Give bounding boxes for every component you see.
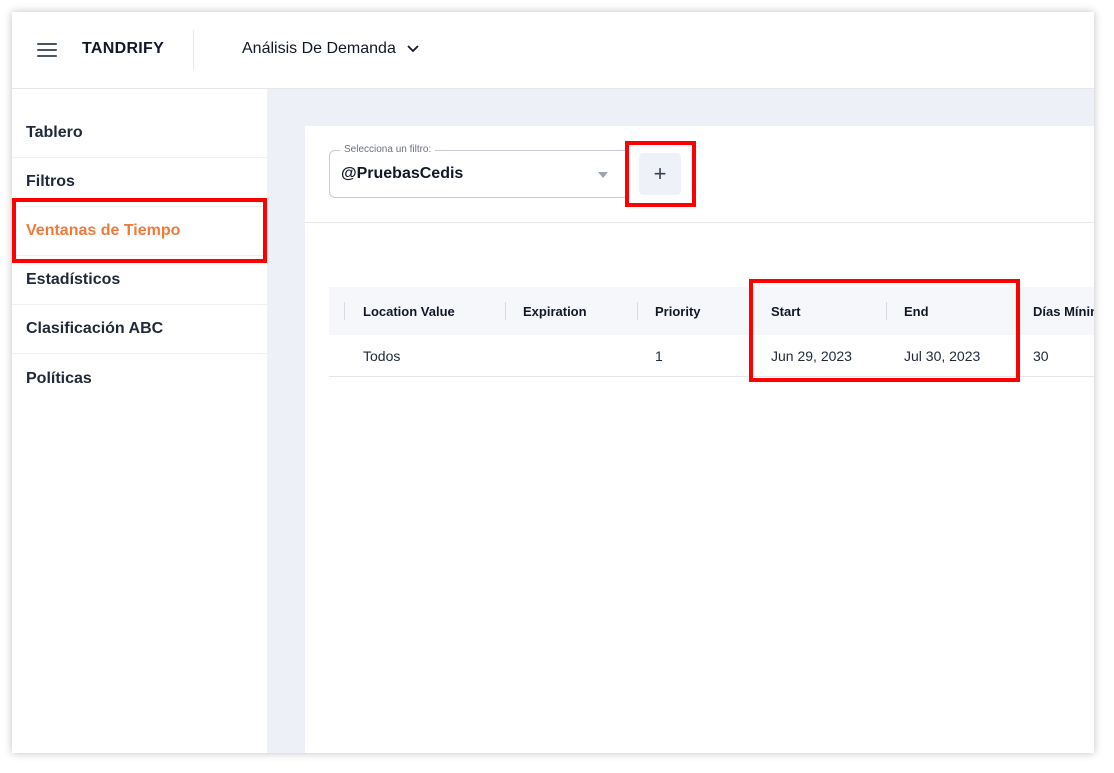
cell-dias-minimos: 30 [1033, 348, 1049, 364]
top-header: TANDRIFY Análisis De Demanda [12, 12, 1094, 89]
module-dropdown[interactable]: Análisis De Demanda [242, 40, 420, 58]
filter-caption: Selecciona un filtro: [340, 144, 436, 155]
main-content: Selecciona un filtro: @PruebasCedis + Lo… [267, 89, 1094, 753]
column-separator [637, 302, 638, 320]
time-windows-table: Location Value Expiration Priority Start… [329, 287, 1094, 377]
chevron-down-icon [407, 45, 419, 53]
column-separator [886, 302, 887, 320]
plus-icon: + [653, 161, 667, 186]
module-label: Análisis De Demanda [242, 40, 396, 57]
cell-location-value: Todos [363, 348, 401, 364]
caret-down-icon [598, 172, 608, 178]
sidebar-item-politicas[interactable]: Políticas [12, 354, 267, 403]
column-separator [505, 302, 506, 320]
card-divider [305, 222, 1094, 223]
filter-select[interactable]: Selecciona un filtro: @PruebasCedis [329, 144, 629, 198]
column-header-dias-minimos[interactable]: Días Mínin [1033, 287, 1094, 335]
brand-logo: TANDRIFY [82, 40, 165, 57]
column-header-start[interactable]: Start [771, 287, 801, 335]
sidebar-item-clasificacion-abc[interactable]: Clasificación ABC [12, 305, 267, 354]
column-header-location-value[interactable]: Location Value [363, 287, 455, 335]
app-window: TANDRIFY Análisis De Demanda Tablero Fil… [12, 12, 1094, 753]
hamburger-menu-icon[interactable] [37, 43, 59, 59]
column-header-end[interactable]: End [904, 287, 929, 335]
column-header-expiration[interactable]: Expiration [523, 287, 587, 335]
sidebar-item-filtros[interactable]: Filtros [12, 158, 267, 207]
column-separator [344, 302, 345, 320]
cell-end: Jul 30, 2023 [904, 348, 981, 364]
sidebar: Tablero Filtros Ventanas de Tiempo Estad… [12, 89, 267, 753]
filter-value: @PruebasCedis [341, 165, 464, 182]
sidebar-item-ventanas-de-tiempo[interactable]: Ventanas de Tiempo [12, 207, 267, 256]
column-header-priority[interactable]: Priority [655, 287, 701, 335]
cell-priority: 1 [655, 348, 663, 364]
cell-start: Jun 29, 2023 [771, 348, 852, 364]
table-row[interactable]: Todos 1 Jun 29, 2023 Jul 30, 2023 30 [329, 335, 1094, 377]
table-header: Location Value Expiration Priority Start… [329, 287, 1094, 335]
add-filter-button[interactable]: + [639, 153, 681, 195]
header-divider [193, 30, 194, 70]
sidebar-item-tablero[interactable]: Tablero [12, 109, 267, 158]
sidebar-item-estadisticos[interactable]: Estadísticos [12, 256, 267, 305]
content-card: Selecciona un filtro: @PruebasCedis + Lo… [305, 126, 1094, 753]
